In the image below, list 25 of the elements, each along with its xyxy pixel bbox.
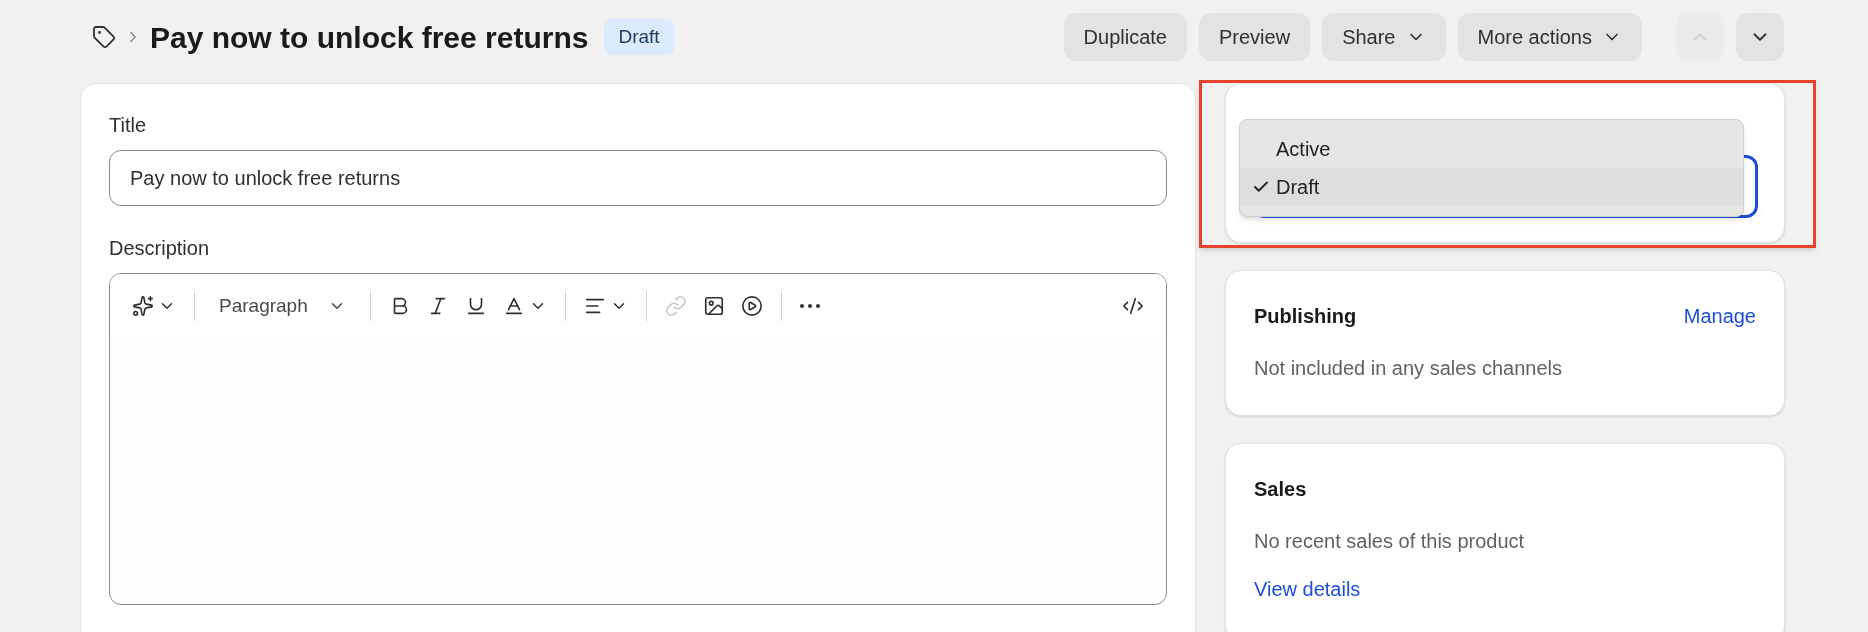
- image-icon: [702, 295, 725, 317]
- title-input[interactable]: Pay now to unlock free returns: [109, 150, 1167, 206]
- menu-option[interactable]: Draft: [1240, 168, 1743, 206]
- action-button[interactable]: Duplicate: [1063, 13, 1187, 61]
- page-title: Pay now to unlock free returns: [150, 19, 589, 56]
- video-icon: [740, 295, 763, 317]
- card-text: No recent sales of this product: [1254, 529, 1526, 554]
- manage-link[interactable]: Manage: [1683, 301, 1756, 331]
- menu-button[interactable]: Share: [1322, 13, 1446, 61]
- card-title: Publishing: [1254, 304, 1357, 329]
- rich-text-editor[interactable]: Paragraph: [109, 273, 1167, 605]
- card-text: Not included in any sales channels: [1254, 356, 1563, 381]
- more-options-icon: [799, 304, 820, 308]
- status-badge: Draft: [604, 18, 674, 56]
- format-select[interactable]: Paragraph: [205, 286, 360, 326]
- menu-button[interactable]: More actions: [1457, 13, 1642, 61]
- field-label: Description: [109, 236, 211, 261]
- menu-option[interactable]: Active: [1240, 130, 1743, 168]
- tag-icon: [92, 25, 116, 49]
- action-button[interactable]: Preview: [1199, 13, 1311, 61]
- code-icon: [1122, 295, 1144, 317]
- field-label: Title: [109, 113, 148, 138]
- view-details-link[interactable]: View details: [1254, 574, 1361, 604]
- link-icon: [664, 295, 687, 317]
- card-title: Sales: [1254, 477, 1308, 502]
